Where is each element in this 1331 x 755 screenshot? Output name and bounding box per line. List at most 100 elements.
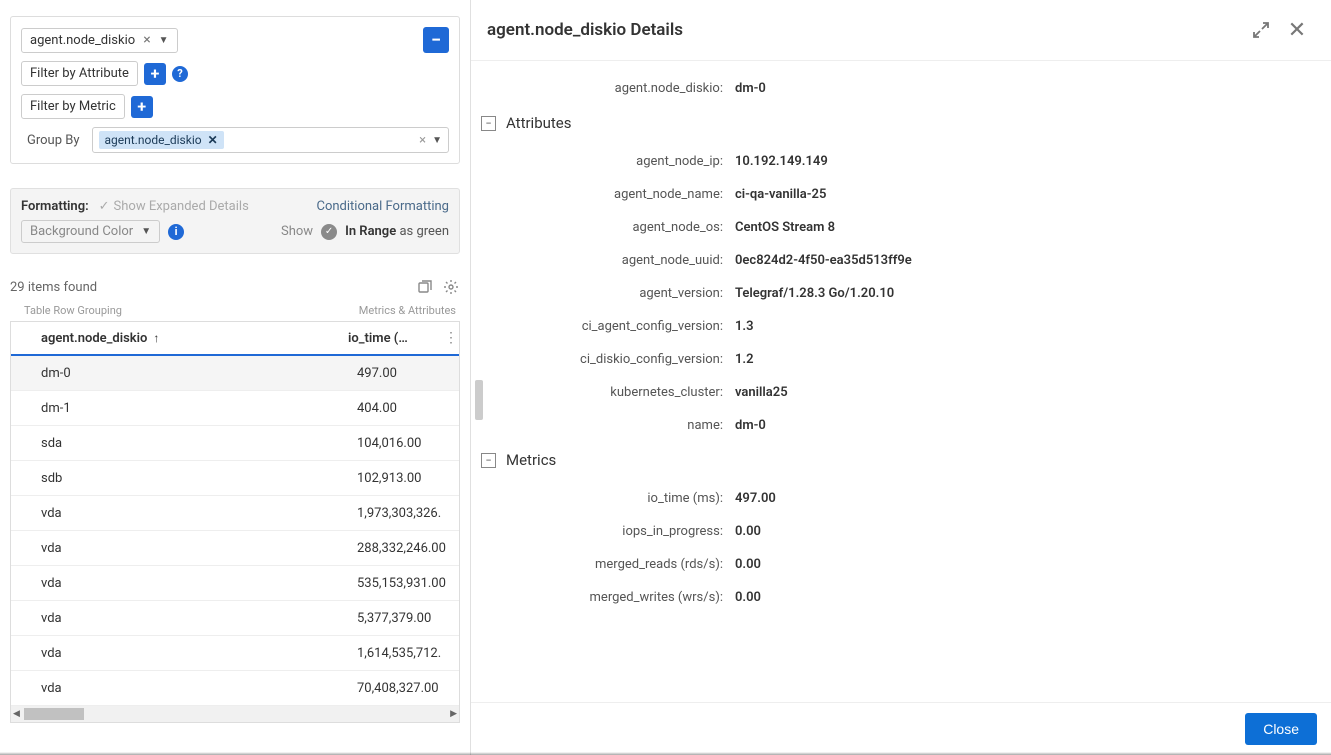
- filter-attribute-label: Filter by Attribute: [21, 61, 138, 86]
- add-metric-button[interactable]: +: [131, 96, 153, 118]
- add-attribute-button[interactable]: +: [144, 63, 166, 85]
- horizontal-scrollbar[interactable]: ◀ ▶: [11, 706, 459, 722]
- attribute-value: 10.192.149.149: [735, 154, 1311, 169]
- attribute-key: agent_node_os:: [481, 220, 735, 235]
- entity-key: agent.node_diskio:: [481, 81, 735, 96]
- row-name: vda: [11, 611, 357, 626]
- row-iotime: 535,153,931.00: [357, 576, 459, 591]
- metric-key: merged_writes (wrs/s):: [481, 590, 735, 605]
- attribute-value: vanilla25: [735, 385, 1311, 400]
- row-iotime: 70,408,327.00: [357, 681, 459, 696]
- formatting-title: Formatting:: [21, 199, 89, 214]
- collapse-metrics-icon[interactable]: −: [481, 453, 496, 468]
- metrics-header: Metrics & Attributes: [359, 304, 460, 317]
- chevron-down-icon[interactable]: ▼: [159, 35, 169, 46]
- table-row[interactable]: sdb102,913.00: [11, 461, 459, 496]
- show-expanded-toggle[interactable]: ✓ Show Expanded Details: [99, 199, 249, 214]
- attribute-key: ci_diskio_config_version:: [481, 352, 735, 367]
- table-row[interactable]: vda70,408,327.00: [11, 671, 459, 706]
- row-iotime: 1,973,303,326.: [357, 506, 459, 521]
- close-icon[interactable]: ✕: [1279, 12, 1315, 48]
- export-icon[interactable]: [416, 278, 434, 296]
- metric-value: 497.00: [735, 491, 1311, 506]
- table-row[interactable]: vda535,153,931.00: [11, 566, 459, 601]
- clear-groupby-icon[interactable]: ×: [419, 133, 426, 148]
- row-name: sdb: [11, 471, 357, 486]
- entity-label: agent.node_diskio: [30, 33, 135, 48]
- filter-panel: agent.node_diskio × ▼ − Filter by Attrib…: [10, 16, 460, 164]
- row-iotime: 102,913.00: [357, 471, 459, 486]
- table-grouping-header: Table Row Grouping: [10, 304, 359, 317]
- row-name: vda: [11, 576, 357, 591]
- attribute-value: 1.2: [735, 352, 1311, 367]
- attribute-key: kubernetes_cluster:: [481, 385, 735, 400]
- table-row[interactable]: sda104,016.00: [11, 426, 459, 461]
- background-color-select[interactable]: Background Color ▼: [21, 220, 160, 243]
- details-title: agent.node_diskio Details: [487, 20, 1243, 40]
- results-count: 29 items found: [10, 280, 408, 295]
- attribute-value: 1.3: [735, 319, 1311, 334]
- row-name: vda: [11, 541, 357, 556]
- scroll-right-icon[interactable]: ▶: [450, 709, 457, 719]
- metric-key: io_time (ms):: [481, 491, 735, 506]
- remove-token-icon[interactable]: ✕: [208, 133, 218, 147]
- collapse-attributes-icon[interactable]: −: [481, 116, 496, 131]
- filter-metric-label: Filter by Metric: [21, 94, 125, 119]
- attribute-value: dm-0: [735, 418, 1311, 433]
- results-table: agent.node_diskio ↑ io_time (… ⋮ dm-0497…: [10, 321, 460, 723]
- metric-value: 0.00: [735, 590, 1311, 605]
- metric-key: iops_in_progress:: [481, 524, 735, 539]
- entity-val: dm-0: [735, 81, 1311, 96]
- attribute-value: 0ec824d2-4f50-ea35d513ff9e: [735, 253, 1311, 268]
- table-row[interactable]: vda5,377,379.00: [11, 601, 459, 636]
- show-label: Show: [281, 224, 313, 239]
- row-iotime: 104,016.00: [357, 436, 459, 451]
- table-row[interactable]: vda1,973,303,326.: [11, 496, 459, 531]
- conditional-formatting-link[interactable]: Conditional Formatting: [316, 199, 449, 214]
- table-row[interactable]: vda1,614,535,712.: [11, 636, 459, 671]
- remove-filter-button[interactable]: −: [423, 27, 449, 53]
- group-by-input[interactable]: agent.node_diskio ✕ × ▼: [92, 127, 450, 153]
- metric-key: merged_reads (rds/s):: [481, 557, 735, 572]
- group-by-token[interactable]: agent.node_diskio ✕: [99, 131, 224, 149]
- row-name: vda: [11, 646, 357, 661]
- row-iotime: 497.00: [357, 366, 459, 381]
- row-name: sda: [11, 436, 357, 451]
- row-name: dm-0: [11, 366, 357, 381]
- attribute-value: CentOS Stream 8: [735, 220, 1311, 235]
- attribute-key: agent_version:: [481, 286, 735, 301]
- scroll-left-icon[interactable]: ◀: [13, 709, 20, 719]
- chevron-down-icon[interactable]: ▼: [432, 135, 442, 146]
- clear-entity-icon[interactable]: ×: [143, 33, 150, 47]
- details-panel: agent.node_diskio Details ✕ agent.node_d…: [470, 0, 1331, 755]
- help-icon[interactable]: ?: [172, 66, 188, 82]
- sort-asc-icon: ↑: [153, 331, 159, 345]
- table-row[interactable]: dm-1404.00: [11, 391, 459, 426]
- attribute-value: Telegraf/1.28.3 Go/1.20.10: [735, 286, 1311, 301]
- chevron-down-icon: ▼: [141, 226, 151, 237]
- attribute-key: agent_node_uuid:: [481, 253, 735, 268]
- column-header-iotime[interactable]: io_time (…: [348, 331, 443, 346]
- gear-icon[interactable]: [442, 278, 460, 296]
- expand-icon[interactable]: [1243, 12, 1279, 48]
- panel-resize-handle[interactable]: [475, 380, 483, 420]
- row-name: dm-1: [11, 401, 357, 416]
- entity-selector[interactable]: agent.node_diskio × ▼: [21, 28, 178, 53]
- metrics-section-title: Metrics: [506, 451, 556, 469]
- row-iotime: 1,614,535,712.: [357, 646, 459, 661]
- attribute-key: agent_node_name:: [481, 187, 735, 202]
- row-iotime: 288,332,246.00: [357, 541, 459, 556]
- check-circle-icon[interactable]: ✓: [321, 224, 337, 240]
- column-menu-icon[interactable]: ⋮: [443, 330, 459, 346]
- table-row[interactable]: dm-0497.00: [11, 356, 459, 391]
- row-iotime: 5,377,379.00: [357, 611, 459, 626]
- column-header-name[interactable]: agent.node_diskio ↑: [11, 331, 348, 346]
- formatting-panel: Formatting: ✓ Show Expanded Details Cond…: [10, 188, 460, 254]
- table-row[interactable]: vda288,332,246.00: [11, 531, 459, 566]
- group-by-label: Group By: [21, 129, 86, 152]
- row-name: vda: [11, 681, 357, 696]
- close-button[interactable]: Close: [1245, 713, 1317, 745]
- attribute-key: agent_node_ip:: [481, 154, 735, 169]
- info-icon[interactable]: i: [168, 224, 184, 240]
- row-iotime: 404.00: [357, 401, 459, 416]
